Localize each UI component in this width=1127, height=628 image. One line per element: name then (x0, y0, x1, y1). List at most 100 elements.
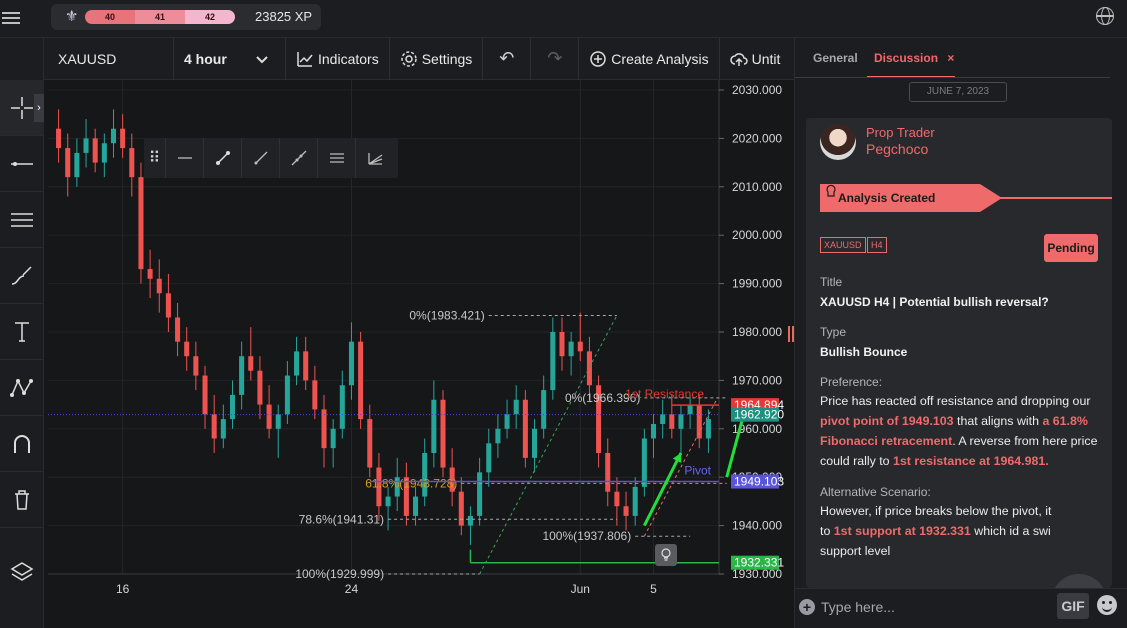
layers-tool[interactable] (0, 544, 44, 600)
horizontal-ray-icon[interactable] (166, 138, 204, 178)
globe-icon[interactable] (1096, 7, 1114, 25)
candle-body (650, 423, 657, 439)
layers-icon (10, 562, 34, 581)
type-value: Bullish Bounce (820, 345, 908, 359)
timeframe-selector[interactable]: 4 hour (174, 37, 286, 80)
highlight: 1st support at 1932.331 (833, 524, 971, 538)
candle-body (175, 317, 181, 342)
parallel-channel-icon[interactable] (318, 138, 356, 178)
candle-body (385, 496, 391, 507)
candle-body (248, 356, 254, 371)
plus-circle-icon (590, 50, 607, 67)
drag-handle-icon[interactable]: ⠿ (144, 138, 166, 178)
chevron-right-icon[interactable]: › (34, 94, 44, 122)
brush-tool[interactable] (0, 248, 44, 304)
user-name[interactable]: Pegchoco (866, 141, 928, 157)
add-attachment-icon[interactable]: + (799, 599, 815, 615)
horizontal-lines-icon (11, 212, 33, 227)
preference-text: Price has reacted off resistance and dro… (820, 391, 1105, 471)
x-tick-label: Jun (571, 582, 590, 596)
candle-body (367, 419, 373, 468)
menu-icon[interactable] (2, 9, 20, 27)
y-tick-label: 1980.000 (732, 325, 782, 339)
text-span: Price has reacted off resistance and dro… (820, 394, 1091, 408)
message-bar: + GIF (795, 588, 1127, 628)
text-tool[interactable] (0, 304, 44, 360)
extended-line-icon[interactable] (280, 138, 318, 178)
magnet-tool[interactable] (0, 416, 44, 472)
delete-tool[interactable] (0, 472, 44, 528)
tab-discussion[interactable]: Discussion × (874, 51, 954, 65)
preference-label: Preference: (820, 375, 883, 389)
text-icon (15, 321, 29, 342)
candle-body (239, 356, 245, 395)
create-analysis-button[interactable]: Create Analysis (579, 37, 720, 80)
date-separator: JUNE 7, 2023 (909, 82, 1007, 102)
avatar[interactable] (820, 124, 856, 160)
fib-level-label: 78.6%(1941.31) (299, 512, 384, 526)
gif-button[interactable]: GIF (1057, 593, 1089, 619)
trend-line-tool[interactable] (0, 136, 44, 192)
lightbulb-icon[interactable] (655, 544, 677, 566)
close-icon[interactable]: × (947, 51, 954, 65)
candle-body (110, 128, 117, 144)
candle-body (687, 404, 693, 415)
candle-body (330, 428, 336, 449)
candle-body (101, 143, 107, 163)
ray-icon[interactable] (242, 138, 280, 178)
trend-line-icon[interactable] (204, 138, 242, 178)
candle-body (660, 414, 666, 424)
fib-fan-icon[interactable] (356, 138, 394, 178)
indicators-button[interactable]: Indicators (286, 37, 390, 80)
settings-button[interactable]: Settings (390, 37, 484, 80)
save-cloud-button[interactable]: Untit (720, 38, 791, 80)
candle-body (669, 414, 675, 429)
divider (795, 77, 1110, 78)
undo-icon[interactable]: ↶ (483, 37, 532, 80)
message-input[interactable] (821, 596, 1021, 618)
price-chart[interactable]: 2030.000 2020.000 2010.000 2000.000 1990.000… (44, 80, 794, 628)
analysis-panel: General Discussion × JUNE 7, 2023 Prop T… (794, 38, 1127, 628)
x-tick-label: 16 (116, 582, 130, 596)
level-label: 41 (135, 10, 185, 24)
text-span: support level (820, 544, 891, 558)
chevron-down-icon (256, 55, 268, 63)
candle-body (129, 148, 135, 178)
text-span: which id a swi (970, 524, 1051, 538)
pattern-tool[interactable] (0, 360, 44, 416)
candle-body (467, 515, 473, 526)
symbol-selector[interactable]: XAUUSD (44, 37, 174, 80)
level-label: 42 (185, 10, 235, 24)
fib-level-label: 0%(1983.421) (409, 308, 484, 322)
text-span: that aligns with (953, 414, 1043, 428)
highlight: 1st resistance at 1964.981. (893, 454, 1049, 468)
candle-body (211, 414, 217, 439)
ribbon-label: Analysis Created (838, 191, 936, 205)
candle-body (532, 428, 538, 458)
candle-body (477, 472, 483, 516)
candle-body (458, 491, 464, 526)
y-tick-label: 1970.000 (732, 373, 782, 387)
crosshair-tool[interactable]: › (0, 80, 44, 136)
candle-body (358, 341, 364, 420)
candle-body (303, 351, 309, 381)
emoji-icon[interactable] (1097, 595, 1117, 615)
candle-body (165, 293, 171, 318)
candle-body (586, 351, 592, 386)
redo-icon[interactable]: ↷ (531, 37, 580, 80)
candle-body (550, 332, 556, 391)
chart-line-icon (297, 51, 313, 67)
scroll-down-button[interactable] (1051, 574, 1107, 588)
candle-body (56, 128, 62, 149)
y-tick-label: 1990.000 (732, 277, 782, 291)
y-tick-label: 2020.000 (732, 131, 782, 145)
candle-body (504, 414, 510, 429)
tab-general[interactable]: General (813, 51, 858, 65)
fib-tool[interactable] (0, 192, 44, 248)
cloud-upload-icon (729, 52, 748, 66)
panel-tabs: General Discussion × (795, 38, 1127, 78)
candle-body (83, 138, 89, 153)
level-label: 40 (85, 10, 135, 24)
candle-body (641, 438, 647, 487)
candle-body (138, 177, 144, 270)
